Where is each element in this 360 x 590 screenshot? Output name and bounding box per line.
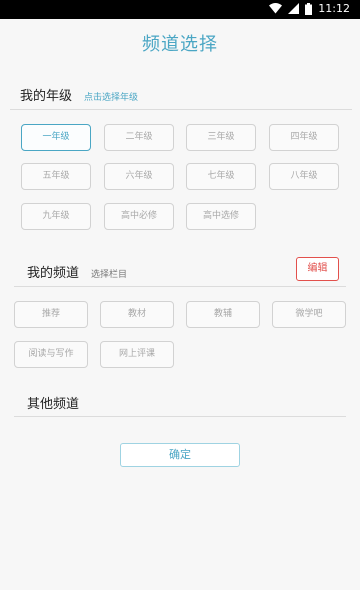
channel-chip-recommend[interactable]: 推荐 xyxy=(14,301,88,328)
page-title: 频道选择 xyxy=(142,34,218,55)
battery-icon xyxy=(305,2,313,15)
grade-section-title: 我的年级 xyxy=(20,89,73,104)
grade-chip-6[interactable]: 六年级 xyxy=(104,163,174,190)
grade-chip-high-elective[interactable]: 高中选修 xyxy=(186,203,256,230)
status-bar: 11:12 xyxy=(0,0,360,19)
channel-chip-supplementary[interactable]: 教辅 xyxy=(186,301,260,328)
wifi-icon xyxy=(269,3,283,14)
channel-chip-textbook[interactable]: 教材 xyxy=(100,301,174,328)
grade-chip-4[interactable]: 四年级 xyxy=(269,124,339,151)
grade-chip-3[interactable]: 三年级 xyxy=(186,124,256,151)
grade-chip-7[interactable]: 七年级 xyxy=(186,163,256,190)
grade-chip-5[interactable]: 五年级 xyxy=(21,163,91,190)
my-channels-title: 我的频道 xyxy=(27,266,80,281)
channel-chip-micro-study[interactable]: 微学吧 xyxy=(272,301,346,328)
grade-select-hint[interactable]: 点击选择年级 xyxy=(84,90,138,103)
grade-section-header: 我的年级 点击选择年级 xyxy=(20,85,138,104)
channel-chip-reading-writing[interactable]: 阅读与写作 xyxy=(14,341,88,368)
other-channels-header: 其他频道 xyxy=(27,393,79,412)
status-time: 11:12 xyxy=(318,2,350,15)
grade-chip-high-required[interactable]: 高中必修 xyxy=(104,203,174,230)
my-channels-divider xyxy=(14,286,346,287)
other-channels-divider xyxy=(14,416,346,417)
my-channels-hint: 选择栏目 xyxy=(91,270,128,280)
edit-button[interactable]: 编辑 xyxy=(296,257,339,281)
grade-chip-9[interactable]: 九年级 xyxy=(21,203,91,230)
grade-chip-1[interactable]: 一年级 xyxy=(21,124,91,151)
confirm-button[interactable]: 确定 xyxy=(120,443,240,467)
grade-chip-2[interactable]: 二年级 xyxy=(104,124,174,151)
my-channels-header: 我的频道 选择栏目 xyxy=(27,262,127,281)
grade-divider xyxy=(10,109,352,110)
grade-chip-8[interactable]: 八年级 xyxy=(269,163,339,190)
cell-signal-icon xyxy=(288,3,300,14)
status-icons: 11:12 xyxy=(269,2,350,15)
channel-chip-online-review[interactable]: 网上评课 xyxy=(100,341,174,368)
other-channels-title: 其他频道 xyxy=(27,397,80,412)
